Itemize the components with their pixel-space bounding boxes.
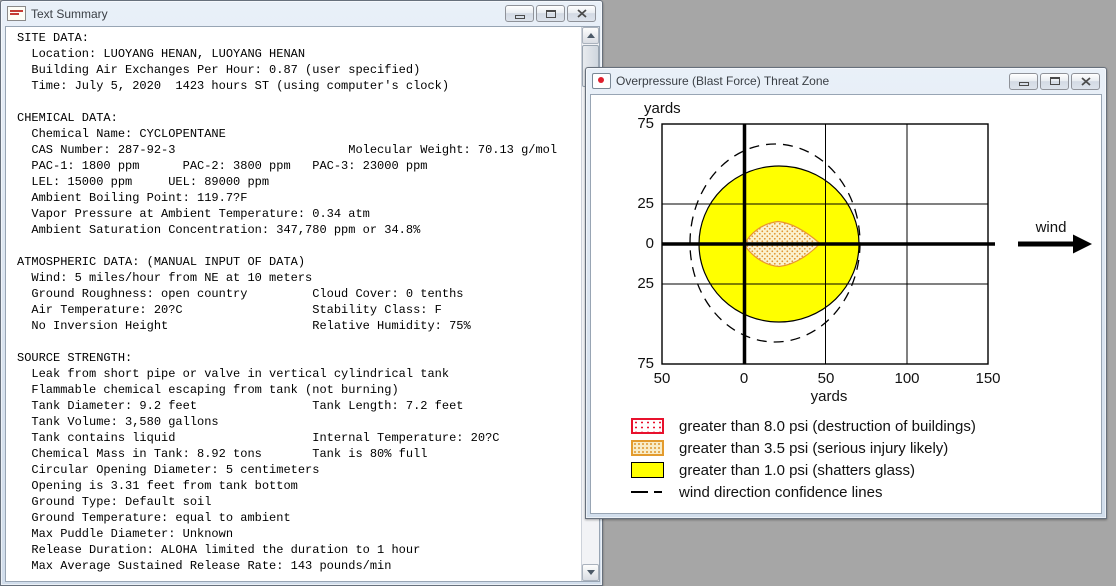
x-tick-50: 50: [817, 370, 835, 387]
text-summary-titlebar[interactable]: Text Summary: [5, 1, 598, 26]
maximize-icon: [545, 9, 556, 18]
dashed-line-icon: [631, 491, 664, 493]
legend-item-yellow: greater than 1.0 psi (shatters glass): [631, 459, 915, 481]
legend-item-red: greater than 8.0 psi (destruction of bui…: [631, 415, 976, 437]
legend-label-confidence: wind direction confidence lines: [679, 483, 883, 501]
text-summary-content: SITE DATA: Location: LUOYANG HENAN, LUOY…: [17, 31, 558, 573]
threat-plot-icon: [592, 73, 611, 89]
arrow-up-icon: [586, 33, 595, 38]
threat-zone-window: Overpressure (Blast Force) Threat Zone y…: [585, 67, 1107, 519]
arrow-down-icon: [586, 570, 595, 575]
x-tick-0: 0: [739, 370, 749, 387]
y-tick-25-bottom: 25: [637, 275, 654, 292]
minimize-icon: [514, 14, 525, 19]
text-document-icon: [7, 6, 26, 21]
threat-zone-canvas: yards 75 25 0 25 75 50 0 50 100 150 yard…: [590, 94, 1102, 514]
close-button[interactable]: [1071, 72, 1100, 90]
y-tick-75-top: 75: [637, 115, 654, 132]
x-axis-unit-label: yards: [810, 388, 848, 405]
wind-label: wind: [1035, 219, 1067, 236]
text-summary-window: Text Summary SITE DATA: Location: LUOYAN…: [0, 0, 603, 586]
close-icon: [1080, 76, 1091, 86]
legend-label-red: greater than 8.0 psi (destruction of bui…: [679, 417, 976, 435]
x-tick-neg50: 50: [653, 370, 671, 387]
y-tick-25-top: 25: [637, 195, 654, 212]
text-summary-title: Text Summary: [31, 6, 108, 21]
desktop: { "text_summary_window": { "title": "Tex…: [0, 0, 1116, 586]
threat-zone-title: Overpressure (Blast Force) Threat Zone: [616, 74, 830, 88]
legend-item-orange: greater than 3.5 psi (serious injury lik…: [631, 437, 948, 459]
red-zone-swatch-icon: [631, 418, 664, 434]
maximize-icon: [1049, 77, 1060, 85]
legend-item-confidence: wind direction confidence lines: [631, 481, 882, 503]
minimize-button[interactable]: [505, 5, 534, 22]
minimize-icon: [1018, 82, 1029, 86]
wind-arrow-icon: [1018, 234, 1092, 254]
yellow-zone-swatch-icon: [631, 462, 664, 478]
scroll-up-button[interactable]: [582, 27, 599, 44]
text-summary-viewport[interactable]: SITE DATA: Location: LUOYANG HENAN, LUOY…: [5, 26, 600, 582]
legend-label-orange: greater than 3.5 psi (serious injury lik…: [679, 439, 949, 457]
x-tick-150: 150: [975, 370, 1001, 387]
threat-zone-titlebar[interactable]: Overpressure (Blast Force) Threat Zone: [590, 68, 1102, 94]
maximize-button[interactable]: [536, 5, 565, 22]
close-button[interactable]: [567, 5, 596, 22]
maximize-button[interactable]: [1040, 72, 1069, 90]
close-icon: [576, 9, 587, 18]
x-tick-100: 100: [894, 370, 920, 387]
minimize-button[interactable]: [1009, 72, 1038, 90]
orange-zone-swatch-icon: [631, 440, 664, 456]
scroll-down-button[interactable]: [582, 564, 599, 581]
y-tick-0: 0: [645, 235, 654, 252]
legend-label-yellow: greater than 1.0 psi (shatters glass): [679, 461, 915, 479]
